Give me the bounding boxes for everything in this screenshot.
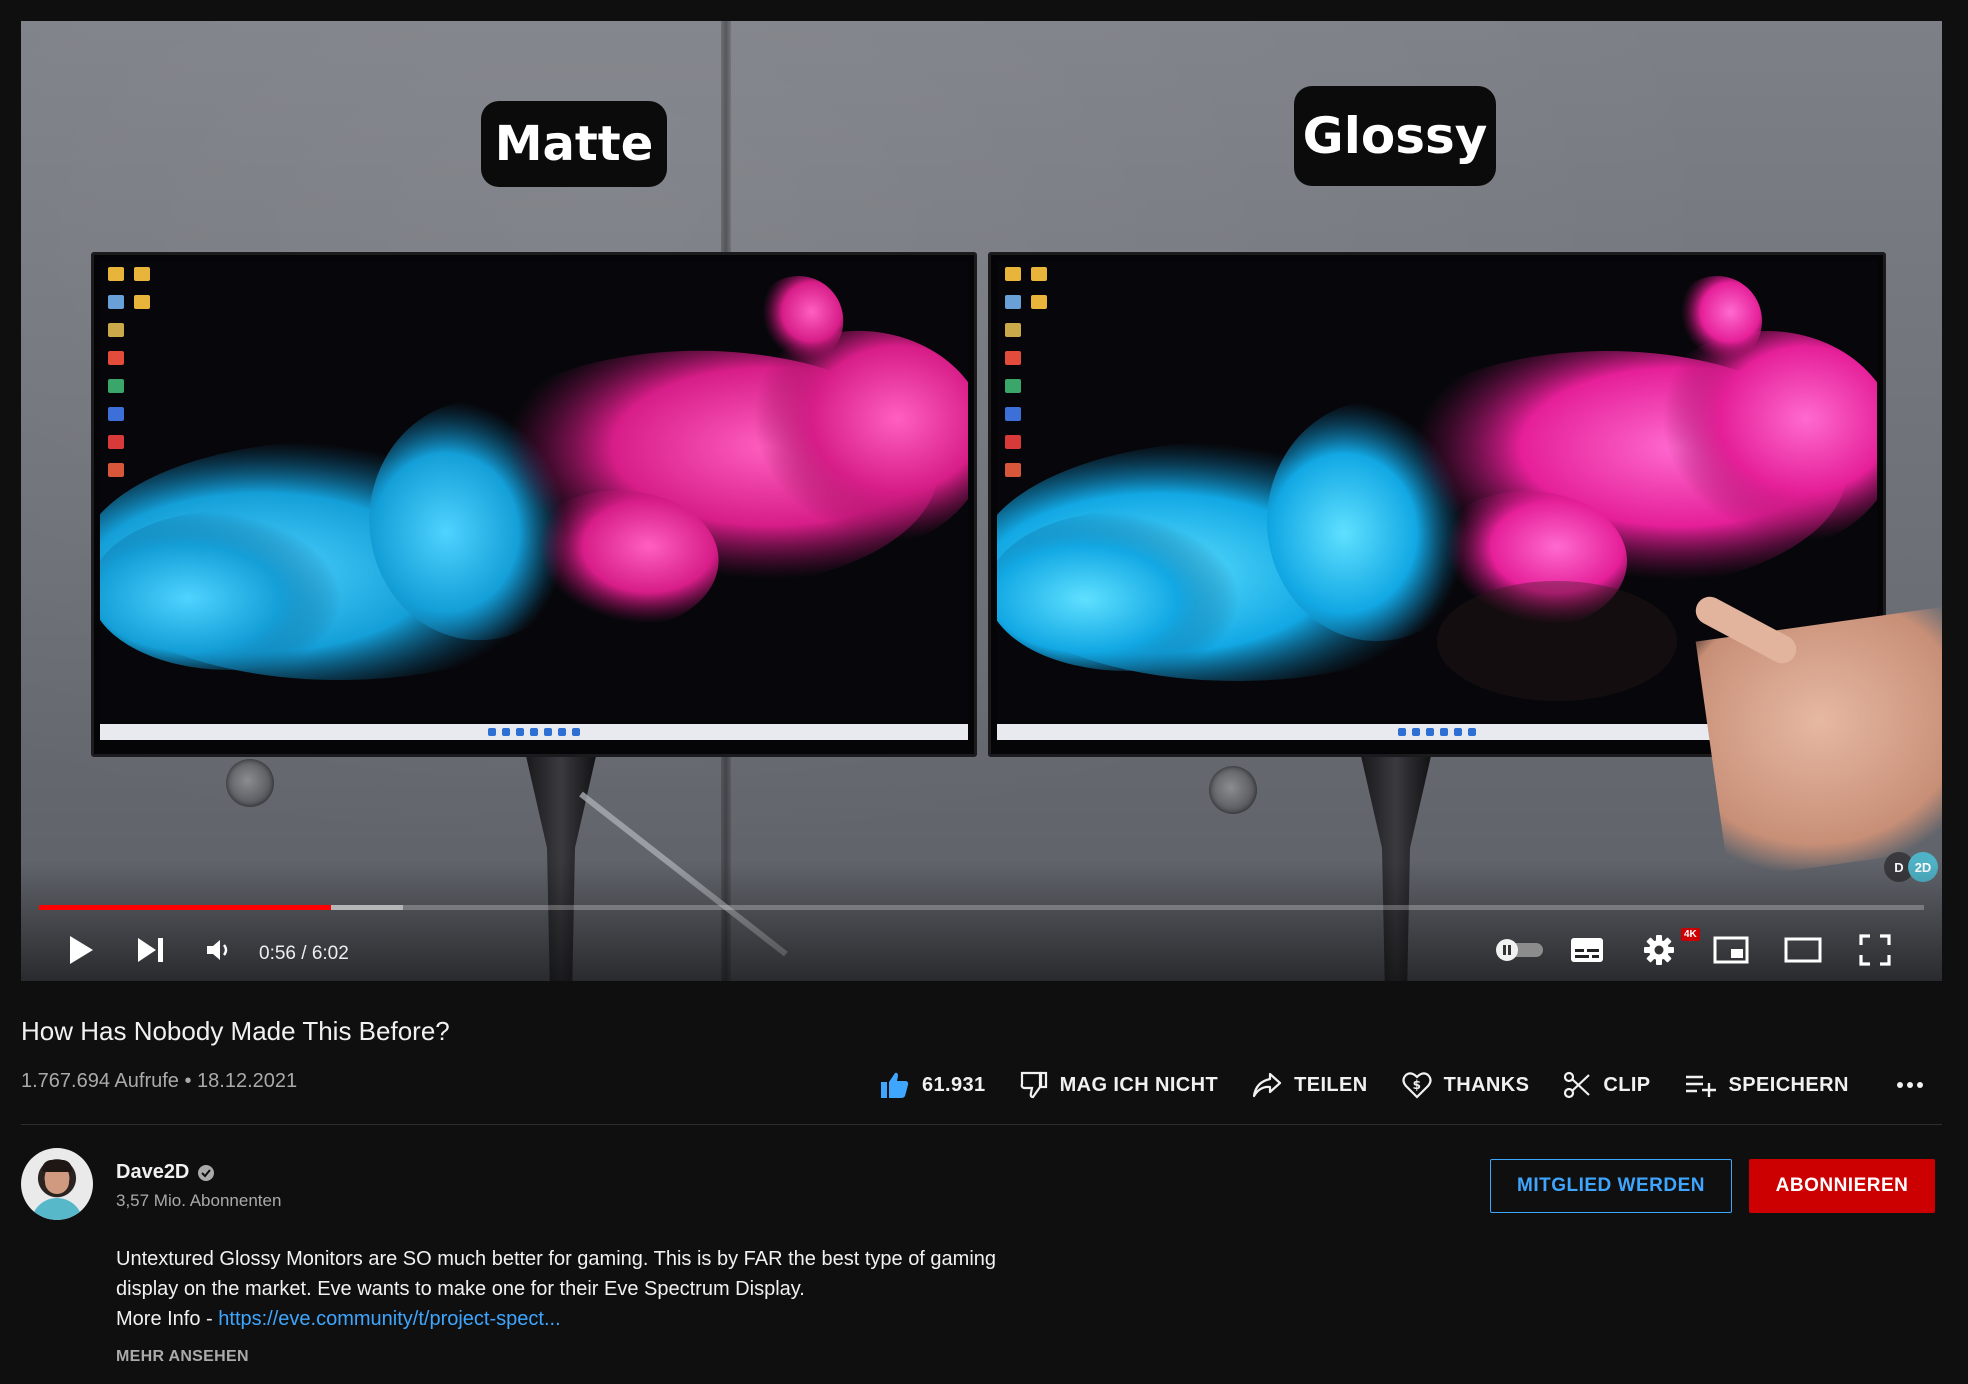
desktop-icons — [108, 267, 154, 477]
description-line: Untextured Glossy Monitors are SO much b… — [116, 1248, 997, 1270]
show-more-button[interactable]: MEHR ANSEHEN — [116, 1348, 249, 1366]
subtitles-icon — [1571, 938, 1603, 962]
play-icon — [70, 936, 93, 964]
like-count: 61.931 — [922, 1073, 986, 1096]
monitor-screen — [100, 261, 968, 740]
next-button[interactable] — [127, 926, 175, 974]
hand — [1695, 602, 1942, 880]
dislike-button[interactable]: MAG ICH NICHT — [1020, 1071, 1219, 1099]
join-membership-button[interactable]: MITGLIED WERDEN — [1490, 1159, 1732, 1213]
channel-name-link[interactable]: Dave2D — [116, 1161, 215, 1184]
thanks-button[interactable]: $ THANKS — [1402, 1070, 1530, 1100]
autoplay-toggle-icon — [1496, 939, 1543, 961]
save-button[interactable]: SPEICHERN — [1685, 1073, 1849, 1097]
taskbar — [100, 724, 968, 740]
quality-badge: 4K — [1681, 928, 1700, 941]
monitor-matte — [91, 252, 977, 757]
description-line: More Info - https://eve.community/t/proj… — [116, 1304, 1076, 1334]
thanks-label: THANKS — [1443, 1073, 1530, 1096]
theater-mode-button[interactable] — [1779, 926, 1827, 974]
description-link[interactable]: https://eve.community/t/project-spect... — [218, 1308, 560, 1330]
clip-label: CLIP — [1603, 1073, 1651, 1096]
like-button[interactable]: 61.931 — [880, 1071, 986, 1099]
description-line: display on the market. Eve wants to make… — [116, 1278, 805, 1300]
dislike-label: MAG ICH NICHT — [1059, 1073, 1219, 1096]
gear-icon — [1644, 935, 1674, 965]
miniplayer-icon — [1713, 936, 1749, 964]
fullscreen-icon — [1859, 934, 1891, 966]
more-actions-button[interactable] — [1896, 1076, 1924, 1094]
ink-wallpaper — [100, 275, 968, 680]
progress-bar[interactable] — [39, 905, 1924, 910]
subscriber-count: 3,57 Mio. Abonnenten — [116, 1191, 282, 1210]
verified-check-icon — [198, 1164, 215, 1181]
playlist-add-icon — [1685, 1075, 1716, 1097]
divider — [21, 1124, 1942, 1125]
video-title: How Has Nobody Made This Before? — [21, 1016, 450, 1046]
more-info-prefix: More Info - — [116, 1308, 219, 1330]
video-player[interactable]: Matte Glossy 0:56 / 6:02 4K — [21, 21, 1942, 981]
miniplayer-button[interactable] — [1707, 926, 1755, 974]
scissors-icon — [1564, 1071, 1591, 1099]
settings-button[interactable] — [1635, 926, 1683, 974]
wall-hole — [1209, 766, 1257, 814]
more-horizontal-icon — [1897, 1082, 1923, 1088]
avatar[interactable] — [21, 1148, 93, 1220]
share-icon — [1253, 1072, 1282, 1098]
heart-dollar-icon: $ — [1402, 1072, 1432, 1099]
video-description: Untextured Glossy Monitors are SO much b… — [116, 1244, 1076, 1334]
play-button[interactable] — [57, 926, 105, 974]
fullscreen-button[interactable] — [1851, 926, 1899, 974]
svg-text:$: $ — [1412, 1078, 1421, 1092]
thumbs-down-icon — [1020, 1071, 1047, 1099]
save-label: SPEICHERN — [1728, 1073, 1849, 1096]
subscribe-button[interactable]: ABONNIEREN — [1749, 1159, 1935, 1213]
volume-button[interactable] — [195, 926, 243, 974]
volume-icon — [207, 940, 228, 960]
overlay-label-matte: Matte — [481, 101, 667, 187]
desktop-icons — [1005, 267, 1051, 477]
subtitles-button[interactable] — [1563, 926, 1611, 974]
theater-icon — [1784, 937, 1822, 963]
clip-button[interactable]: CLIP — [1563, 1071, 1650, 1099]
autoplay-toggle[interactable] — [1489, 926, 1549, 974]
skip-next-icon — [138, 938, 163, 962]
played-bar — [39, 905, 332, 910]
view-stats: 1.767.694 Aufrufe • 18.12.2021 — [21, 1070, 298, 1092]
share-label: TEILEN — [1294, 1073, 1368, 1096]
action-bar: 61.931 MAG ICH NICHT TEILEN $ THANKS CLI… — [880, 1068, 1883, 1102]
share-button[interactable]: TEILEN — [1252, 1072, 1368, 1098]
channel-name: Dave2D — [116, 1161, 190, 1183]
thumbs-up-icon — [881, 1072, 909, 1098]
wall-hole — [226, 759, 274, 807]
time-display: 0:56 / 6:02 — [259, 943, 349, 964]
overlay-label-glossy: Glossy — [1294, 86, 1496, 186]
